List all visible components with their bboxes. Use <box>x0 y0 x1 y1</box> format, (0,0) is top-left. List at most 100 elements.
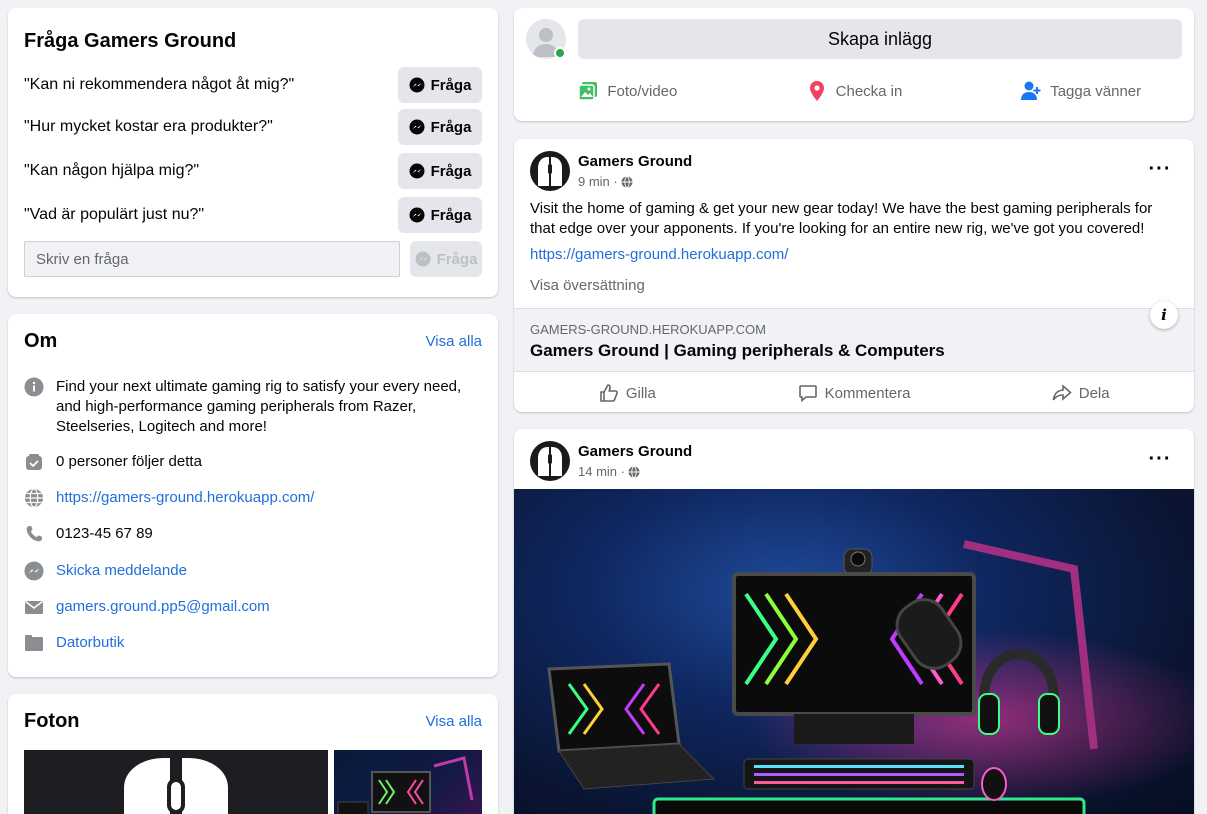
page-avatar[interactable] <box>530 151 570 191</box>
gaming-setup-image <box>547 540 1194 814</box>
post-timestamp: 9 min · <box>578 174 633 189</box>
logo-mouse-icon <box>124 758 228 814</box>
share-icon <box>1052 384 1072 401</box>
ask-submit-label: Fråga <box>436 250 478 268</box>
tag-friends-label: Tagga vänner <box>1050 82 1142 100</box>
website-row: https://gamers-ground.herokuapp.com/ <box>24 488 484 508</box>
create-post-card: Skapa inlägg Foto/video Checka in Tagga … <box>514 8 1194 121</box>
photos-card: Foton Visa alla <box>8 694 498 814</box>
post-card: Gamers Ground 14 min · ··· <box>514 429 1194 814</box>
website-link[interactable]: https://gamers-ground.herokuapp.com/ <box>56 488 314 508</box>
like-button[interactable]: Gilla <box>514 373 741 412</box>
post-author[interactable]: Gamers Ground <box>578 153 692 170</box>
question-row: "Kan ni rekommendera något åt mig?" Fråg… <box>24 67 482 103</box>
post-header: Gamers Ground 9 min · ··· <box>530 151 1178 193</box>
post-actions: Gilla Kommentera Dela <box>514 373 1194 412</box>
link-preview[interactable]: GAMERS-GROUND.HEROKUAPP.COM Gamers Groun… <box>514 308 1194 372</box>
photos-header: Foton Visa alla <box>24 710 482 733</box>
create-post-button[interactable]: Skapa inlägg <box>578 19 1182 59</box>
comment-button[interactable]: Kommentera <box>741 373 968 412</box>
tag-friends-icon <box>1021 81 1041 100</box>
ask-submit-button[interactable]: Fråga <box>410 241 482 277</box>
link-preview-domain: GAMERS-GROUND.HEROKUAPP.COM <box>530 322 766 337</box>
followers-icon <box>24 452 44 472</box>
messenger-icon <box>409 163 425 179</box>
share-button[interactable]: Dela <box>967 373 1194 412</box>
messenger-icon <box>409 119 425 135</box>
email-link[interactable]: gamers.ground.pp5@gmail.com <box>56 597 270 617</box>
ask-button[interactable]: Fråga <box>398 153 482 189</box>
ask-button[interactable]: Fråga <box>398 67 482 103</box>
question-row: "Hur mycket kostar era produkter?" Fråga <box>24 109 482 145</box>
question-text: "Hur mycket kostar era produkter?" <box>24 118 273 135</box>
see-translation-link[interactable]: Visa översättning <box>530 277 645 294</box>
post-timestamp: 14 min · <box>578 464 640 479</box>
about-see-all-link[interactable]: Visa alla <box>426 333 482 350</box>
check-in-button[interactable]: Checka in <box>741 71 968 111</box>
about-description-row: Find your next ultimate gaming rig to sa… <box>24 377 484 437</box>
post-image[interactable] <box>514 489 1194 814</box>
messenger-icon <box>24 561 44 581</box>
post-author[interactable]: Gamers Ground <box>578 443 692 460</box>
comment-label: Kommentera <box>824 384 911 402</box>
email-row: gamers.ground.pp5@gmail.com <box>24 597 484 617</box>
comment-icon <box>798 385 817 403</box>
ask-button-label: Fråga <box>430 76 472 94</box>
category-row: Datorbutik <box>24 633 484 653</box>
phone-row: 0123-45 67 89 <box>24 524 484 544</box>
link-preview-title: Gamers Ground | Gaming peripherals & Com… <box>530 341 945 360</box>
photos-see-all-link[interactable]: Visa alla <box>426 713 482 730</box>
gamers-ground-logo-icon <box>538 447 562 476</box>
photo-video-label: Foto/video <box>607 82 678 100</box>
post-link[interactable]: https://gamers-ground.herokuapp.com/ <box>530 246 788 263</box>
ask-input-row: Fråga <box>24 241 482 277</box>
question-row: "Vad är populärt just nu?" Fråga <box>24 197 482 233</box>
question-text: "Kan någon hjälpa mig?" <box>24 162 200 179</box>
post-time-text: 9 min · <box>578 174 618 189</box>
ask-button-label: Fråga <box>430 162 472 180</box>
post-time-text: 14 min · <box>578 464 625 479</box>
phone-icon <box>24 524 44 544</box>
category-link[interactable]: Datorbutik <box>56 633 124 653</box>
followers-text: 0 personer följer detta <box>56 453 202 470</box>
message-row: Skicka meddelande <box>24 561 484 581</box>
more-options-icon[interactable]: ··· <box>1142 155 1178 183</box>
ask-button[interactable]: Fråga <box>398 109 482 145</box>
online-status-dot <box>554 47 566 59</box>
like-label: Gilla <box>625 384 656 402</box>
about-title: Om <box>24 330 58 352</box>
post-card: Gamers Ground 9 min · ··· Visit the home… <box>514 139 1194 412</box>
globe-icon <box>24 488 44 508</box>
envelope-icon <box>24 597 44 617</box>
photo-thumbnail[interactable] <box>24 750 328 814</box>
ask-button-label: Fråga <box>430 206 472 224</box>
phone-text: 0123-45 67 89 <box>56 525 153 542</box>
location-pin-icon <box>809 81 824 101</box>
globe-icon <box>628 465 640 478</box>
tag-friends-button[interactable]: Tagga vänner <box>967 71 1194 111</box>
gaming-setup-thumbnail <box>337 756 474 814</box>
category-icon <box>24 633 44 653</box>
check-in-label: Checka in <box>835 82 903 100</box>
messenger-icon <box>409 77 425 93</box>
page-avatar[interactable] <box>530 441 570 481</box>
question-text: "Vad är populärt just nu?" <box>24 206 205 223</box>
info-icon[interactable]: i <box>1150 301 1178 329</box>
question-input[interactable] <box>24 241 400 277</box>
photo-video-button[interactable]: Foto/video <box>514 71 741 111</box>
globe-icon <box>621 175 633 188</box>
info-icon <box>24 377 44 397</box>
more-options-icon[interactable]: ··· <box>1142 445 1178 473</box>
messenger-icon <box>409 207 425 223</box>
about-description: Find your next ultimate gaming rig to sa… <box>56 378 462 435</box>
ask-button[interactable]: Fråga <box>398 197 482 233</box>
messenger-icon <box>415 251 431 267</box>
about-header: Om Visa alla <box>24 330 482 353</box>
share-label: Dela <box>1078 384 1110 402</box>
ask-button-label: Fråga <box>430 118 472 136</box>
post-text: Visit the home of gaming & get your new … <box>530 200 1153 237</box>
about-card: Om Visa alla Find your next ultimate gam… <box>8 314 498 677</box>
send-message-link[interactable]: Skicka meddelande <box>56 561 187 581</box>
photo-thumbnail[interactable] <box>334 750 482 814</box>
question-row: "Kan någon hjälpa mig?" Fråga <box>24 153 482 189</box>
